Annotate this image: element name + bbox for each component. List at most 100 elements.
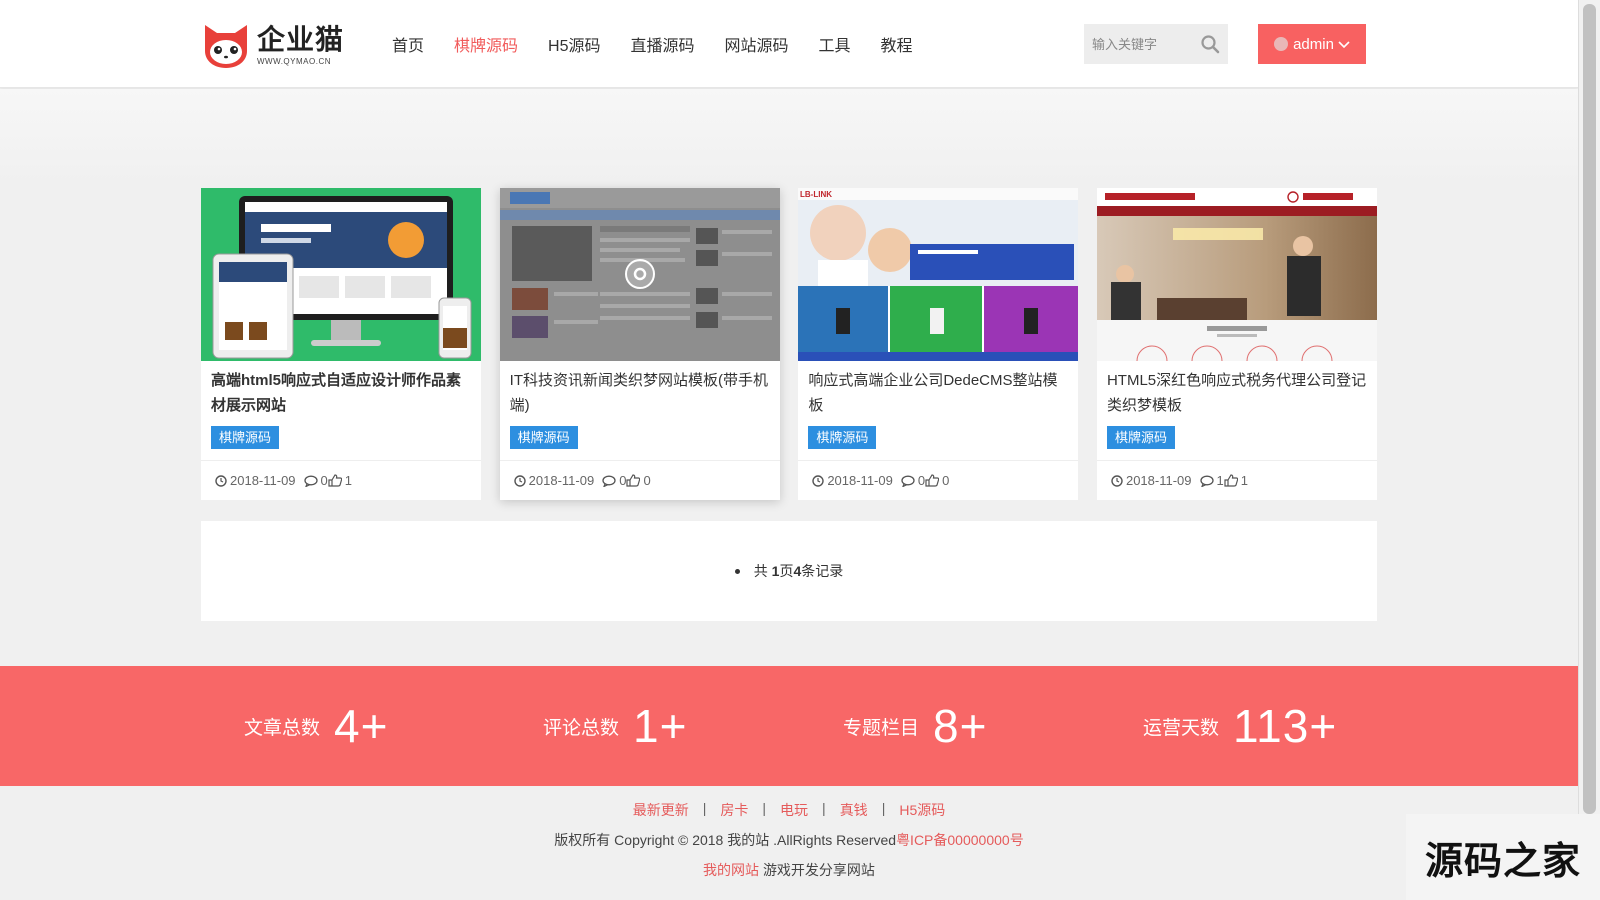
stat-topics: 专题栏目 8+	[843, 666, 987, 786]
footer-link-latest[interactable]: 最新更新	[633, 800, 689, 820]
pager-prefix: 共	[753, 563, 768, 579]
stat-days: 运营天数 113+	[1143, 666, 1337, 786]
card-title[interactable]: HTML5深红色响应式税务代理公司登记类织梦模板	[1097, 361, 1377, 418]
card-thumbnail[interactable]: LB-LINK	[798, 188, 1079, 361]
comment-count: 1	[1216, 473, 1224, 488]
category-tag[interactable]: 棋牌源码	[211, 426, 280, 449]
footer-link-h5[interactable]: H5源码	[899, 800, 945, 820]
card-title[interactable]: 响应式高端企业公司DedeCMS整站模板	[798, 361, 1078, 418]
nav-chess-source[interactable]: 棋牌源码	[454, 32, 518, 56]
stat-value: 1+	[633, 700, 688, 752]
category-tag[interactable]: 棋牌源码	[808, 426, 877, 449]
template-card[interactable]: HTML5深红色响应式税务代理公司登记类织梦模板 棋牌源码 2018-11-09…	[1096, 188, 1377, 500]
separator: |	[762, 800, 767, 816]
template-card[interactable]: 高端html5响应式自适应设计师作品素材展示网站 棋牌源码 2018-11-09…	[201, 188, 481, 500]
card-title[interactable]: 高端html5响应式自适应设计师作品素材展示网站	[201, 361, 481, 418]
site-info: 我的网站 游戏开发分享网站	[0, 860, 1578, 880]
comment-count: 0	[917, 473, 926, 488]
thumbs-up-icon[interactable]	[925, 474, 940, 487]
nav-h5-source[interactable]: H5源码	[548, 32, 600, 56]
footer-link-room-card[interactable]: 房卡	[720, 800, 748, 820]
comment-count: 0	[320, 473, 328, 488]
icp-link[interactable]: 粤ICP备00000000号	[896, 832, 1024, 848]
pager-records: 4	[793, 563, 802, 579]
nav-tutorials[interactable]: 教程	[881, 32, 913, 56]
scrollbar-thumb[interactable]	[1583, 4, 1596, 814]
like-count: 1	[1240, 473, 1248, 488]
card-thumbnail[interactable]	[201, 188, 481, 361]
stats-band: 文章总数 4+ 评论总数 1+ 专题栏目 8+ 运营天数 113+	[0, 666, 1578, 786]
nav-website-source[interactable]: 网站源码	[725, 32, 789, 56]
card-meta: 2018-11-09 1 1	[1096, 460, 1377, 500]
stat-label: 专题栏目	[843, 717, 920, 739]
bullet-icon	[734, 568, 740, 574]
category-tag[interactable]: 棋牌源码	[509, 426, 578, 449]
pager-pages: 1	[771, 563, 780, 579]
card-date: 2018-11-09	[827, 473, 893, 488]
card-thumbnail[interactable]	[1096, 188, 1377, 361]
category-tag[interactable]: 棋牌源码	[1106, 426, 1175, 449]
copyright-text: 版权所有 Copyright © 2018 我的站 .AllRights Res…	[554, 832, 897, 848]
stat-value: 4+	[334, 700, 389, 752]
clock-icon	[215, 474, 227, 487]
logo-name: 企业猫	[257, 23, 345, 55]
search-input[interactable]	[1084, 24, 1192, 64]
comment-icon	[303, 475, 318, 487]
card-meta: 2018-11-09 0 1	[201, 460, 481, 500]
chevron-down-icon	[1338, 36, 1350, 53]
like-count: 0	[643, 473, 651, 488]
main-nav: 首页 棋牌源码 H5源码 直播源码 网站源码 工具 教程	[392, 0, 943, 88]
stat-label: 评论总数	[543, 717, 620, 739]
nav-tools[interactable]: 工具	[819, 32, 851, 56]
user-menu-button[interactable]: admin	[1258, 24, 1366, 64]
user-name: admin	[1293, 35, 1334, 53]
nav-home[interactable]: 首页	[392, 32, 424, 56]
separator: |	[702, 800, 707, 816]
comment-icon	[901, 475, 915, 487]
site-name-link[interactable]: 我的网站	[703, 862, 759, 878]
card-date: 2018-11-09	[1125, 473, 1192, 488]
svg-text:LB-LINK: LB-LINK	[800, 190, 832, 199]
avatar	[1274, 37, 1289, 51]
pagination: 共 1 页 4 条记录	[201, 521, 1377, 621]
card-thumbnail[interactable]	[499, 188, 780, 361]
site-description: 游戏开发分享网站	[762, 862, 875, 878]
search-icon[interactable]	[1192, 24, 1228, 64]
pager-records-unit: 条记录	[801, 563, 844, 579]
stat-label: 运营天数	[1143, 717, 1220, 739]
cat-logo-icon	[201, 21, 251, 69]
stat-comments: 评论总数 1+	[543, 666, 687, 786]
card-date: 2018-11-09	[230, 473, 296, 488]
like-count: 0	[942, 473, 950, 488]
scrollbar[interactable]	[1578, 0, 1600, 900]
comment-icon	[1199, 475, 1214, 487]
clock-icon	[513, 474, 526, 487]
thumbs-up-icon[interactable]	[626, 474, 641, 487]
separator: |	[822, 800, 826, 816]
like-count: 1	[344, 473, 353, 488]
template-card[interactable]: IT科技资讯新闻类织梦网站模板(带手机端) 棋牌源码 2018-11-09 0 …	[499, 188, 780, 500]
card-title[interactable]: IT科技资讯新闻类织梦网站模板(带手机端)	[500, 361, 780, 418]
comment-count: 0	[619, 473, 627, 488]
separator: |	[881, 800, 886, 816]
clock-icon	[812, 474, 825, 487]
watermark: 源码之家	[1406, 814, 1600, 900]
site-logo[interactable]: 企业猫 WWW.QYMAO.CN	[201, 20, 344, 70]
thumbs-up-icon[interactable]	[1224, 474, 1238, 487]
search-box	[1084, 24, 1228, 64]
stat-value: 8+	[933, 700, 988, 752]
template-card-list: 高端html5响应式自适应设计师作品素材展示网站 棋牌源码 2018-11-09…	[201, 188, 1377, 500]
card-meta: 2018-11-09 0 0	[499, 460, 780, 500]
copyright: 版权所有 Copyright © 2018 我的站 .AllRights Res…	[0, 830, 1578, 850]
logo-subtitle: WWW.QYMAO.CN	[257, 56, 331, 66]
clock-icon	[1111, 474, 1123, 487]
stat-articles: 文章总数 4+	[244, 666, 388, 786]
thumbs-up-icon[interactable]	[328, 474, 342, 487]
header-band	[0, 89, 1578, 185]
stat-value: 113+	[1233, 700, 1338, 752]
nav-live-source[interactable]: 直播源码	[631, 32, 695, 56]
footer-link-arcade[interactable]: 电玩	[780, 800, 808, 820]
template-card[interactable]: LB-LINK 响应式高端企业公司DedeCMS整站模板 棋牌源码 2018-1…	[798, 188, 1079, 500]
footer-link-real-money[interactable]: 真钱	[840, 800, 868, 820]
site-footer: 最新更新 | 房卡 | 电玩 | 真钱 | H5源码 版权所有 Copyrigh…	[0, 786, 1578, 900]
